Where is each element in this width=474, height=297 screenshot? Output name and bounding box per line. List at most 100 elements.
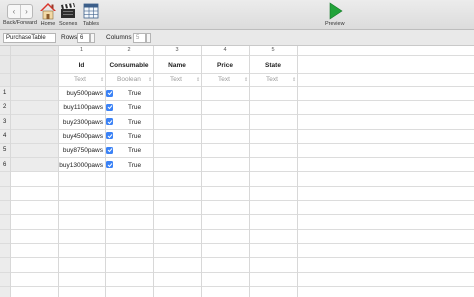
checkmark-icon <box>107 134 112 139</box>
play-icon <box>326 2 344 20</box>
back-forward-control: ‹ › <box>6 4 33 19</box>
grid-row-line <box>0 171 474 172</box>
columns-field[interactable]: 5 <box>133 33 146 43</box>
rows-field[interactable]: 6 <box>77 33 90 43</box>
chevron-updown-icon: ⇕ <box>148 77 153 83</box>
grid-column-line <box>10 46 11 297</box>
row-number: 4 <box>3 132 7 139</box>
table-corner <box>0 46 58 88</box>
row-number: 6 <box>3 161 7 168</box>
grid-row-line <box>0 286 474 287</box>
cell-consumable[interactable]: True <box>128 147 141 154</box>
chevron-left-icon: ‹ <box>12 7 16 16</box>
cell-consumable[interactable]: True <box>128 162 141 169</box>
main-toolbar: ‹ › Back/Forward Home Scenes Tables Prev… <box>0 0 474 30</box>
data-table: 1 2 3 4 5 Id Consumable Name Price State… <box>0 46 474 297</box>
consumable-checkbox[interactable] <box>106 132 113 140</box>
grid-column-line <box>297 46 298 297</box>
cell-consumable[interactable]: True <box>128 119 141 126</box>
grid-row-line <box>0 55 474 56</box>
chevron-updown-icon: ⇕ <box>100 77 105 83</box>
preview-button[interactable]: Preview <box>325 2 345 27</box>
grid-column-line <box>249 46 250 297</box>
checkmark-icon <box>107 119 112 124</box>
cell-id[interactable]: buy13000paws <box>59 162 103 169</box>
header-name[interactable]: Name <box>153 62 201 69</box>
consumable-checkbox[interactable] <box>106 146 113 154</box>
consumable-checkbox[interactable] <box>106 161 113 168</box>
tables-label: Tables <box>83 21 99 27</box>
chevron-updown-icon: ⇕ <box>196 77 201 83</box>
cell-id[interactable]: buy4500paws <box>59 133 103 140</box>
back-button[interactable]: ‹ <box>8 5 20 18</box>
grid-row-line <box>0 272 474 273</box>
header-price[interactable]: Price <box>201 62 249 69</box>
cell-id[interactable]: buy2300paws <box>59 119 103 126</box>
type-select-state[interactable]: Text <box>266 76 278 83</box>
cell-id[interactable]: buy1100paws <box>59 104 103 111</box>
cell-id[interactable]: buy500paws <box>59 90 104 97</box>
consumable-checkbox[interactable] <box>106 103 113 111</box>
column-number: 2 <box>127 47 131 53</box>
grid-row-line <box>0 129 474 130</box>
grid-row-line <box>0 100 474 101</box>
chevron-right-icon: › <box>25 7 28 16</box>
consumable-checkbox[interactable] <box>106 118 113 126</box>
preview-label: Preview <box>325 21 345 27</box>
checkmark-icon <box>107 105 112 110</box>
grid-row-line <box>0 214 474 215</box>
grid-row-line <box>0 86 474 87</box>
checkmark-icon <box>107 162 112 167</box>
grid-row-line <box>0 157 474 158</box>
forward-button[interactable]: › <box>19 5 32 18</box>
grid-row-line <box>0 229 474 230</box>
grid-row-line <box>0 143 474 144</box>
rows-label: Rows <box>61 34 78 41</box>
type-select-price[interactable]: Text <box>218 76 230 83</box>
checkmark-icon <box>107 148 112 153</box>
table-settings-bar: PurchaseTable Rows 6 Columns 5 <box>0 30 474 46</box>
chevron-updown-icon: ⇕ <box>244 77 249 83</box>
consumable-checkbox[interactable] <box>106 89 113 97</box>
row-number: 1 <box>3 90 7 96</box>
row-number: 5 <box>3 147 7 154</box>
type-select-name[interactable]: Text <box>170 76 182 83</box>
grid-column-line <box>105 46 106 297</box>
grid-row-line <box>0 243 474 244</box>
row-number: 3 <box>3 118 7 125</box>
cell-consumable[interactable]: True <box>128 104 141 111</box>
table-name-field[interactable]: PurchaseTable <box>3 33 56 43</box>
grid-row-line <box>0 114 474 115</box>
home-button[interactable]: Home <box>39 2 57 27</box>
grid-row-line <box>0 257 474 258</box>
scenes-button[interactable]: Scenes <box>59 2 77 27</box>
table-icon <box>82 2 100 20</box>
column-number: 4 <box>223 47 227 53</box>
type-select-id[interactable]: Text <box>74 76 86 83</box>
header-consumable[interactable]: Consumable <box>105 62 153 69</box>
clapperboard-icon <box>59 2 77 20</box>
chevron-updown-icon: ⇕ <box>292 77 297 83</box>
checkmark-icon <box>107 91 112 96</box>
header-id[interactable]: Id <box>58 62 105 69</box>
cell-consumable[interactable]: True <box>128 133 141 140</box>
grid-column-line <box>201 46 202 297</box>
cell-consumable[interactable]: True <box>128 90 141 97</box>
grid-row-line <box>0 186 474 187</box>
column-number: 3 <box>175 47 179 53</box>
columns-label: Columns <box>106 34 132 41</box>
scenes-label: Scenes <box>59 21 78 27</box>
home-icon <box>39 2 57 20</box>
cell-id[interactable]: buy8750paws <box>59 147 103 154</box>
back-forward-label: Back/Forward <box>3 20 37 26</box>
type-select-consumable[interactable]: Boolean <box>117 76 141 83</box>
column-number: 1 <box>79 47 84 53</box>
grid-row-line <box>0 73 474 74</box>
grid-row-line <box>0 200 474 201</box>
columns-stepper[interactable] <box>146 33 151 43</box>
header-state[interactable]: State <box>249 62 297 69</box>
column-number: 5 <box>271 47 275 53</box>
row-number: 2 <box>3 104 7 111</box>
tables-button[interactable]: Tables <box>82 2 100 27</box>
rows-stepper[interactable] <box>90 33 95 43</box>
